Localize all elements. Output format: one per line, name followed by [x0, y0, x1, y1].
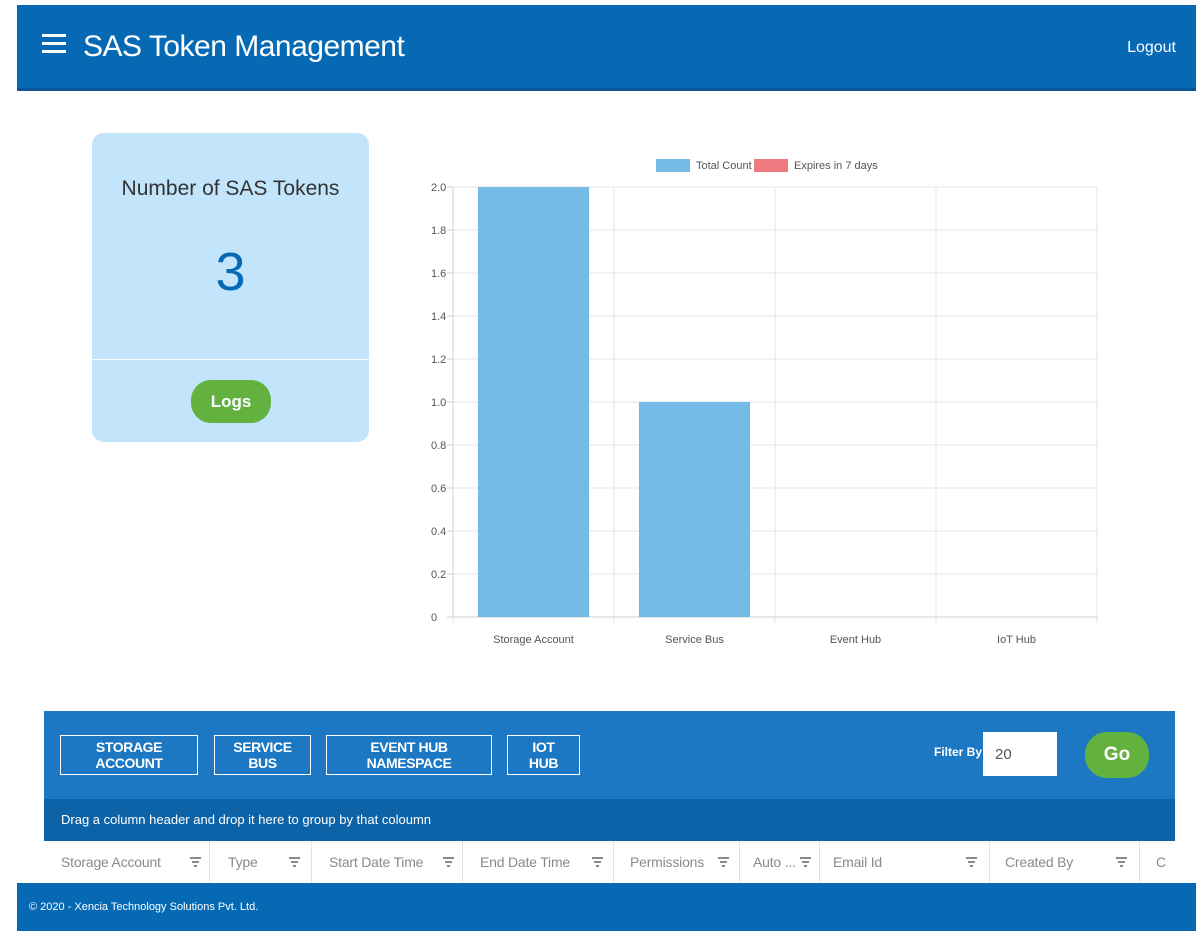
column-label: Type: [228, 854, 258, 870]
page: SAS Token Management Logout Number of SA…: [0, 0, 1196, 931]
group-by-bar[interactable]: Drag a column header and drop it here to…: [44, 799, 1175, 841]
x-tick-label: IoT Hub: [997, 634, 1036, 646]
service-bus-button[interactable]: SERVICE BUS: [214, 735, 311, 775]
y-tick-label: 0: [431, 612, 437, 624]
column-header-start-date-time[interactable]: Start Date Time: [312, 841, 463, 883]
event-hub-namespace-button[interactable]: EVENT HUB NAMESPACE: [326, 735, 492, 775]
y-tick-label: 1.2: [431, 354, 446, 366]
copyright-text: © 2020 - Xencia Technology Solutions Pvt…: [29, 901, 259, 913]
token-card-title: Number of SAS Tokens: [121, 177, 340, 200]
legend-swatch: [754, 159, 788, 172]
page-title: SAS Token Management: [83, 30, 405, 63]
column-header-type[interactable]: Type: [210, 841, 312, 883]
app-header: SAS Token Management Logout: [17, 5, 1196, 91]
y-tick-label: 1.0: [431, 397, 446, 409]
column-header-truncated[interactable]: C: [1140, 841, 1175, 883]
y-tick-label: 0.4: [431, 526, 446, 538]
x-tick-label: Service Bus: [665, 634, 724, 646]
y-tick-label: 1.8: [431, 225, 446, 237]
token-count-value: 3: [215, 242, 246, 302]
y-tick-label: 0.6: [431, 483, 446, 495]
column-header-created-by[interactable]: Created By: [990, 841, 1140, 883]
token-grid-panel: STORAGE ACCOUNT SERVICE BUS EVENT HUB NA…: [44, 711, 1175, 884]
filter-label: Filter By:: [934, 745, 987, 759]
y-tick-label: 2.0: [431, 182, 446, 194]
column-header-storage-account[interactable]: Storage Account: [44, 841, 210, 883]
filter-icon[interactable]: [592, 857, 603, 867]
column-label: Created By: [1005, 854, 1074, 870]
bar: [638, 402, 751, 617]
token-bar-chart: 0 0.2 0.4 0.6 0.8 1.0 1.2 1.4 1.6 1.8 2.0 Storage A…: [431, 159, 1098, 646]
page-footer: © 2020 - Xencia Technology Solutions Pvt…: [17, 883, 1196, 931]
go-button[interactable]: Go: [1085, 732, 1149, 778]
column-label: End Date Time: [480, 854, 570, 870]
y-tick-label: 1.4: [431, 311, 446, 323]
filter-icon[interactable]: [800, 857, 811, 867]
y-tick-label: 1.6: [431, 268, 446, 280]
filter-icon[interactable]: [289, 857, 300, 867]
x-tick-label: Event Hub: [830, 634, 881, 646]
filter-icon[interactable]: [966, 857, 977, 867]
logout-link[interactable]: Logout: [1127, 39, 1176, 57]
logs-button[interactable]: Logs: [191, 380, 271, 423]
filter-icon[interactable]: [443, 857, 454, 867]
y-tick-label: 0.2: [431, 569, 446, 581]
column-label: Start Date Time: [329, 854, 424, 870]
column-label: Permissions: [630, 854, 705, 870]
filter-icon[interactable]: [718, 857, 729, 867]
group-by-hint: Drag a column header and drop it here to…: [61, 812, 432, 827]
storage-account-button[interactable]: STORAGE ACCOUNT: [60, 735, 198, 775]
x-tick-label: Storage Account: [493, 634, 574, 646]
card-divider: [92, 359, 369, 360]
filter-icon[interactable]: [190, 857, 201, 867]
legend-swatch: [656, 159, 690, 172]
column-header-email-id[interactable]: Email Id: [820, 841, 990, 883]
filter-icon[interactable]: [1116, 857, 1127, 867]
column-header-auto[interactable]: Auto ...: [740, 841, 820, 883]
column-label: C: [1156, 854, 1166, 870]
column-label: Storage Account: [61, 854, 161, 870]
token-count-card: Number of SAS Tokens 3 Logs: [92, 133, 369, 442]
filter-input[interactable]: [983, 732, 1057, 776]
column-header-row: Storage Account Type Start Date Time End…: [44, 841, 1175, 884]
column-label: Auto ...: [753, 854, 796, 870]
legend-label: Total Count: [696, 160, 752, 172]
chart-card: 0 0.2 0.4 0.6 0.8 1.0 1.2 1.4 1.6 1.8 2.0 Storage A…: [397, 133, 1129, 669]
column-header-permissions[interactable]: Permissions: [614, 841, 740, 883]
iot-hub-button[interactable]: IOT HUB: [507, 735, 580, 775]
bar: [477, 187, 590, 617]
y-tick-label: 0.8: [431, 440, 446, 452]
legend-label: Expires in 7 days: [794, 160, 878, 172]
column-label: Email Id: [833, 854, 882, 870]
column-header-end-date-time[interactable]: End Date Time: [463, 841, 614, 883]
hamburger-menu-icon[interactable]: [42, 34, 66, 54]
